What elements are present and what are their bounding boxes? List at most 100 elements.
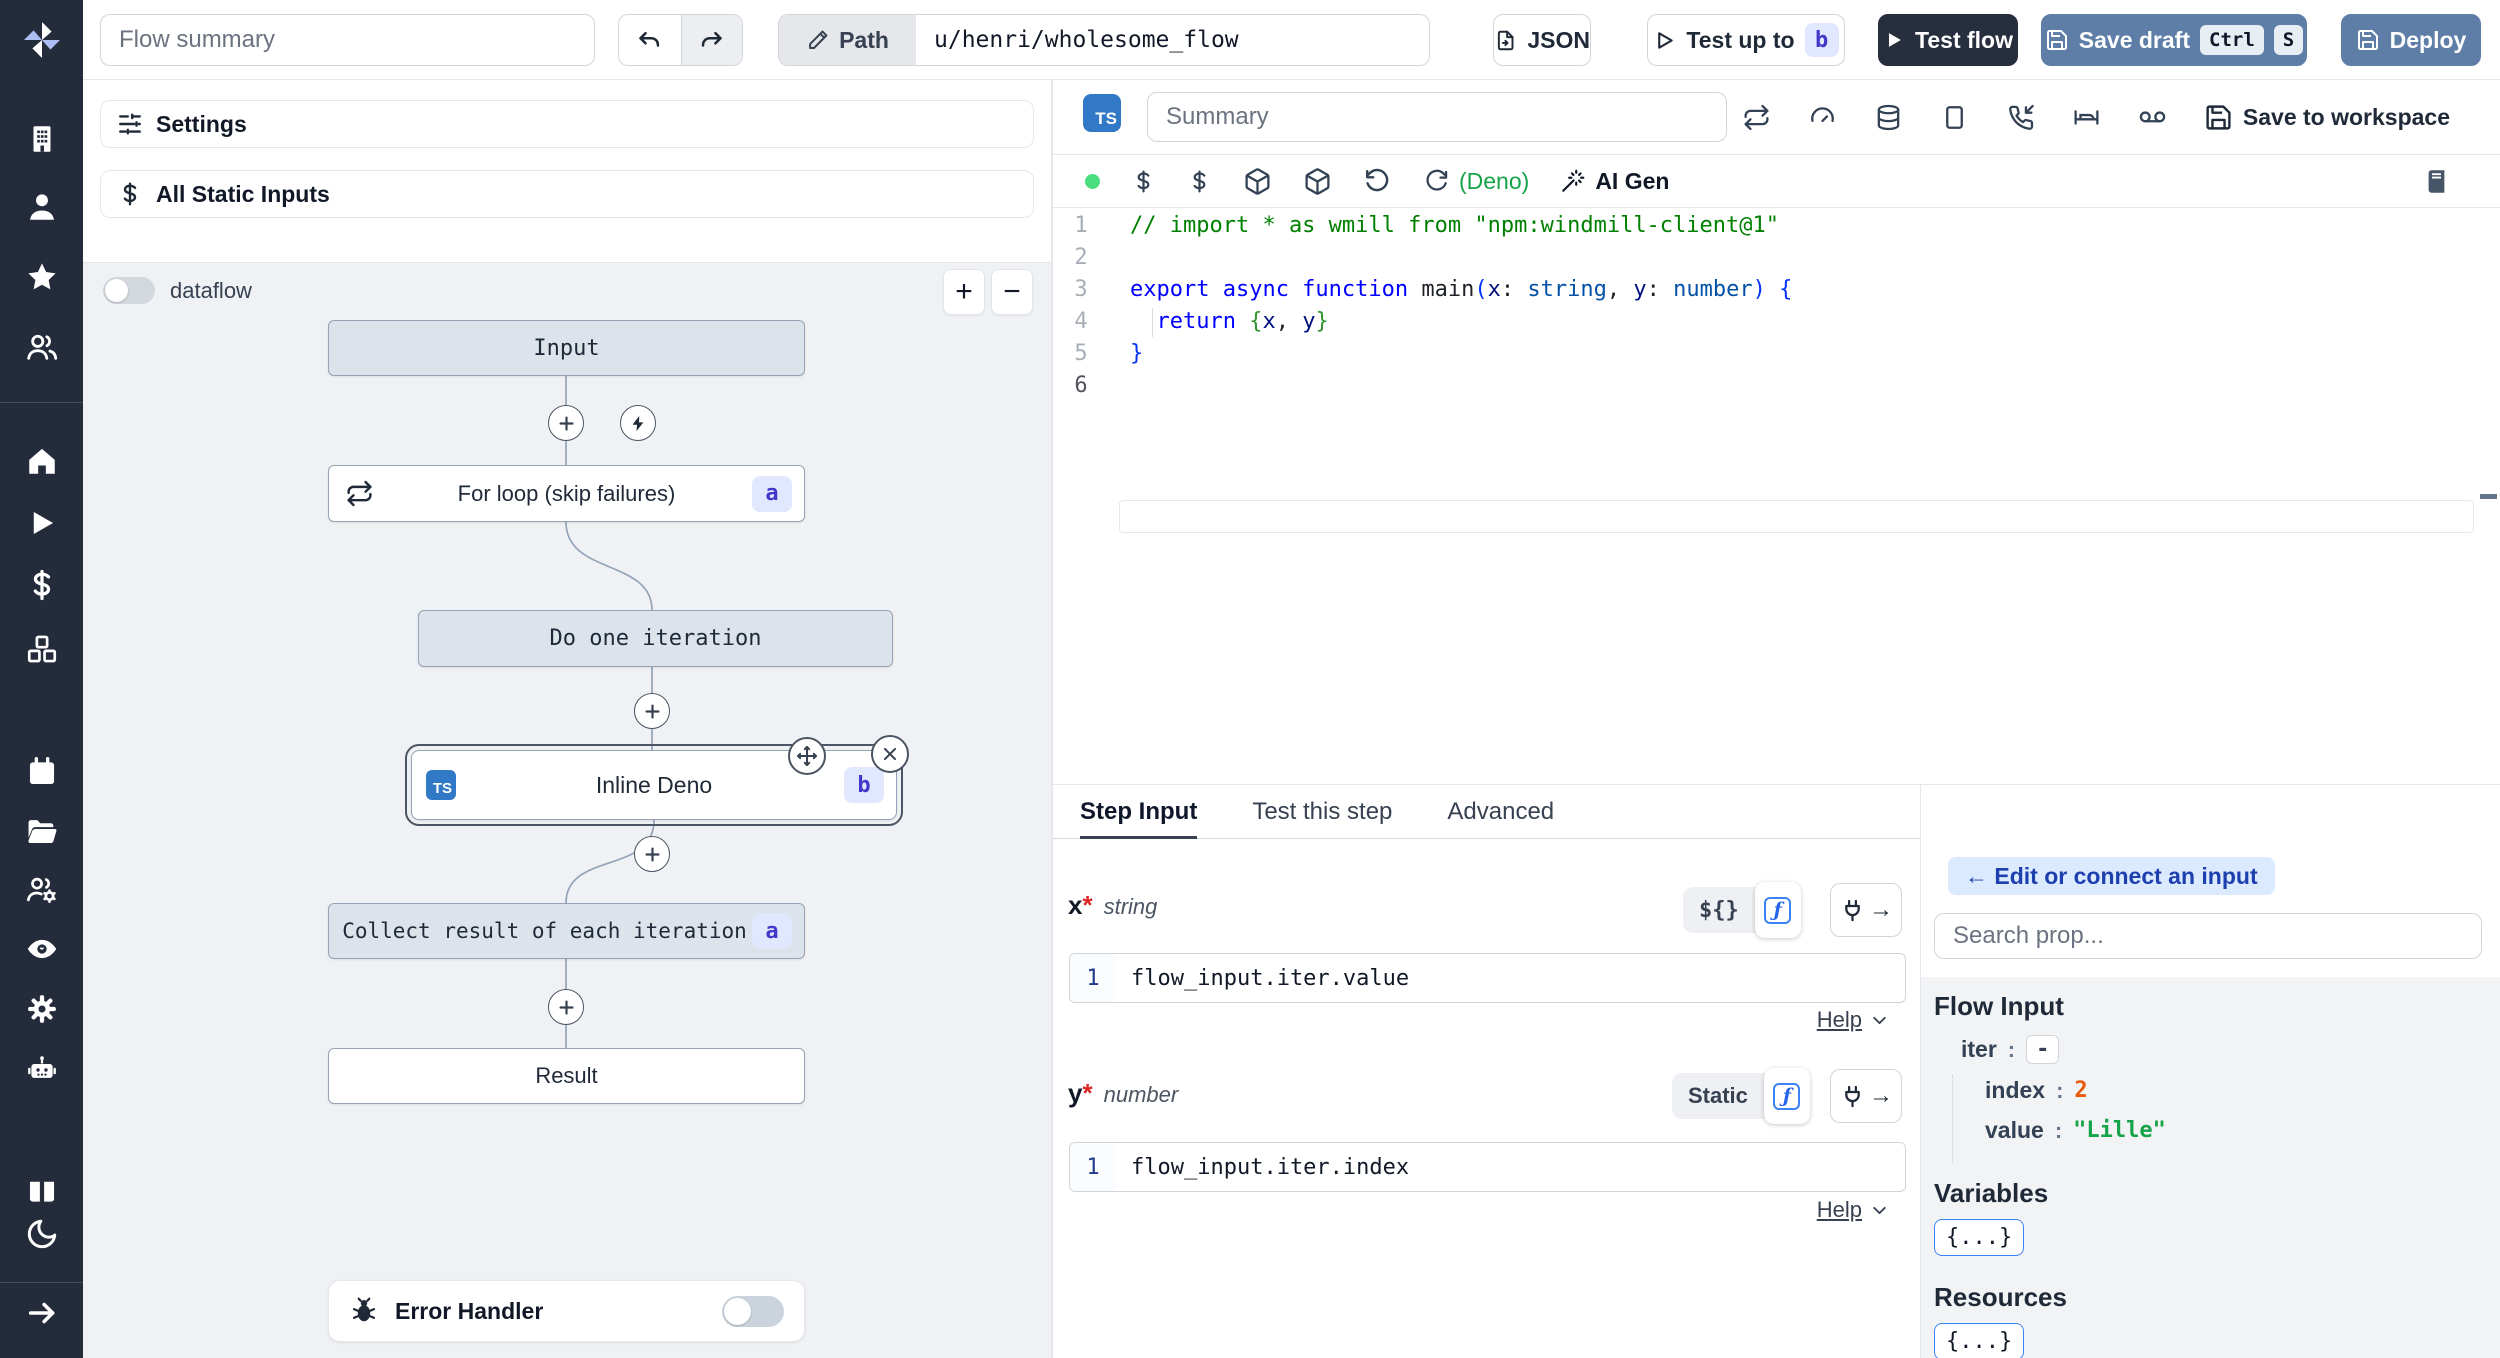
status-dot bbox=[1085, 173, 1100, 189]
eye-icon[interactable] bbox=[24, 931, 60, 967]
add-step-button[interactable] bbox=[634, 693, 670, 729]
field-x-connect-button[interactable]: → bbox=[1830, 883, 1902, 937]
user-icon[interactable] bbox=[24, 189, 60, 225]
undo-icon bbox=[639, 31, 660, 47]
path-field: Path u/henri/wholesome_flow bbox=[778, 14, 1430, 66]
error-handler-toggle[interactable] bbox=[722, 1295, 784, 1327]
field-y-connect-button[interactable]: → bbox=[1830, 1069, 1902, 1123]
chevron-down-icon bbox=[1873, 1206, 1886, 1214]
edit-or-connect-chip[interactable]: ← Edit or connect an input bbox=[1948, 857, 2275, 895]
test-up-to-button[interactable]: Test up to b bbox=[1647, 14, 1845, 66]
deno-runtime[interactable]: (Deno) bbox=[1423, 168, 1529, 195]
box-icon[interactable] bbox=[1303, 167, 1332, 196]
star-icon[interactable] bbox=[24, 259, 60, 295]
json-button[interactable]: JSON bbox=[1493, 14, 1591, 66]
code-line[interactable]: export async function main(x: string, y:… bbox=[1130, 274, 2470, 306]
line-number: 4 bbox=[1074, 309, 1088, 334]
redo-button[interactable] bbox=[680, 15, 742, 65]
smartphone-icon[interactable] bbox=[1940, 103, 1969, 132]
tab-advanced[interactable]: Advanced bbox=[1447, 785, 1554, 838]
boxes-icon[interactable] bbox=[24, 631, 60, 667]
node-result[interactable]: Result bbox=[328, 1048, 805, 1104]
search-prop-input[interactable] bbox=[1934, 913, 2482, 959]
flow-input-prop-row[interactable]: iter: - bbox=[1961, 1035, 2500, 1064]
node-collect-result[interactable]: Collect result of each iteration a bbox=[328, 903, 805, 959]
flow-canvas[interactable]: dataflow + − Input For loop (skip failur… bbox=[83, 262, 1051, 1358]
dollar-icon[interactable] bbox=[24, 567, 60, 603]
arrow-right-icon[interactable] bbox=[24, 1295, 60, 1331]
delete-node-button[interactable] bbox=[871, 735, 909, 773]
robot-icon[interactable] bbox=[24, 1052, 60, 1088]
code-line[interactable]: // import * as wmill from "npm:windmill-… bbox=[1130, 210, 2470, 242]
node-input[interactable]: Input bbox=[328, 320, 805, 376]
box-icon[interactable] bbox=[1243, 167, 1272, 196]
undo-button[interactable] bbox=[619, 15, 681, 65]
users-icon[interactable] bbox=[24, 329, 60, 365]
mode-function-selected[interactable]: ƒ bbox=[1763, 1068, 1810, 1124]
flow-input-prop-row[interactable]: value: "Lille" bbox=[1985, 1117, 2500, 1144]
gear-icon[interactable] bbox=[24, 991, 60, 1027]
add-step-button[interactable] bbox=[548, 989, 584, 1025]
add-step-button[interactable] bbox=[634, 836, 670, 872]
flow-summary-input[interactable] bbox=[100, 14, 595, 66]
building-icon[interactable] bbox=[24, 121, 60, 157]
move-node-button[interactable] bbox=[788, 737, 826, 775]
code-line[interactable] bbox=[1130, 370, 2470, 402]
folder-open-icon[interactable] bbox=[24, 814, 60, 850]
node-do-one-iteration[interactable]: Do one iteration bbox=[418, 610, 893, 667]
voicemail-icon[interactable] bbox=[2138, 103, 2167, 132]
field-y-expression[interactable]: 1 flow_input.iter.index bbox=[1069, 1142, 1906, 1192]
flow-input-prop-row[interactable]: index:2 bbox=[1985, 1077, 2500, 1104]
gauge-icon[interactable] bbox=[1808, 103, 1837, 132]
deploy-button[interactable]: Deploy bbox=[2341, 14, 2481, 66]
summary-input[interactable] bbox=[1147, 92, 1727, 142]
dollar-icon[interactable] bbox=[1187, 169, 1212, 194]
phone-incoming-icon[interactable] bbox=[2006, 103, 2035, 132]
zoom-out-button[interactable]: − bbox=[991, 269, 1033, 315]
mode-static-label[interactable]: Static bbox=[1672, 1083, 1764, 1109]
field-x-help[interactable]: Help bbox=[1817, 1007, 1890, 1033]
node-for-loop[interactable]: For loop (skip failures) a bbox=[328, 465, 805, 522]
calendar-icon[interactable] bbox=[24, 754, 60, 790]
book-open-icon[interactable] bbox=[24, 1173, 60, 1209]
mode-function-selected[interactable]: ƒ bbox=[1754, 882, 1801, 938]
save-draft-button[interactable]: Save draft Ctrl S bbox=[2041, 14, 2307, 66]
error-handler-card[interactable]: Error Handler bbox=[328, 1280, 805, 1342]
path-edit-button[interactable]: Path bbox=[779, 15, 916, 65]
route-icon[interactable] bbox=[2072, 103, 2101, 132]
windmill-logo[interactable] bbox=[0, 0, 83, 80]
book-icon[interactable] bbox=[2423, 168, 2450, 195]
rotate-ccw-icon[interactable] bbox=[1363, 167, 1392, 196]
variables-object-chip[interactable]: {...} bbox=[1934, 1219, 2025, 1256]
code-line[interactable]: } bbox=[1130, 338, 2470, 370]
code-line[interactable]: return {x, y} bbox=[1130, 306, 2470, 338]
users-cog-icon[interactable] bbox=[24, 872, 60, 908]
field-x-expression[interactable]: 1 flow_input.iter.value bbox=[1069, 953, 1906, 1003]
save-to-workspace-button[interactable]: Save to workspace bbox=[2204, 103, 2450, 132]
zoom-in-button[interactable]: + bbox=[943, 269, 985, 315]
repeat-icon[interactable] bbox=[1742, 103, 1771, 132]
moon-icon[interactable] bbox=[24, 1216, 60, 1252]
resources-object-chip[interactable]: {...} bbox=[1934, 1323, 2025, 1358]
mode-expr-label[interactable]: ${} bbox=[1683, 898, 1755, 923]
ai-gen-button[interactable]: AI Gen bbox=[1560, 168, 1669, 195]
database-icon[interactable] bbox=[1874, 103, 1903, 132]
home-icon[interactable] bbox=[24, 443, 60, 479]
all-static-inputs-button[interactable]: All Static Inputs bbox=[100, 170, 1034, 218]
connect-input-panel: ← Edit or connect an input Flow Input it… bbox=[1921, 785, 2500, 1358]
tab-test-this-step[interactable]: Test this step bbox=[1252, 785, 1392, 838]
ai-gen-label: AI Gen bbox=[1595, 167, 1670, 194]
dollar-icon[interactable] bbox=[1131, 169, 1156, 194]
save-icon bbox=[2357, 30, 2378, 50]
tab-step-input[interactable]: Step Input bbox=[1080, 785, 1198, 839]
settings-button[interactable]: Settings bbox=[100, 100, 1034, 148]
add-step-button[interactable] bbox=[548, 405, 584, 441]
code-editor[interactable]: 1 2 3 4 5 6 // import * as wmill from "npm:wi… bbox=[1053, 208, 2500, 784]
add-trigger-button[interactable] bbox=[620, 405, 656, 441]
test-flow-button[interactable]: Test flow bbox=[1878, 14, 2018, 66]
field-y-help[interactable]: Help bbox=[1817, 1197, 1890, 1223]
dataflow-toggle[interactable] bbox=[103, 277, 155, 304]
code-line[interactable] bbox=[1130, 242, 2470, 274]
play-icon[interactable] bbox=[24, 505, 60, 541]
path-value[interactable]: u/henri/wholesome_flow bbox=[916, 27, 1429, 53]
